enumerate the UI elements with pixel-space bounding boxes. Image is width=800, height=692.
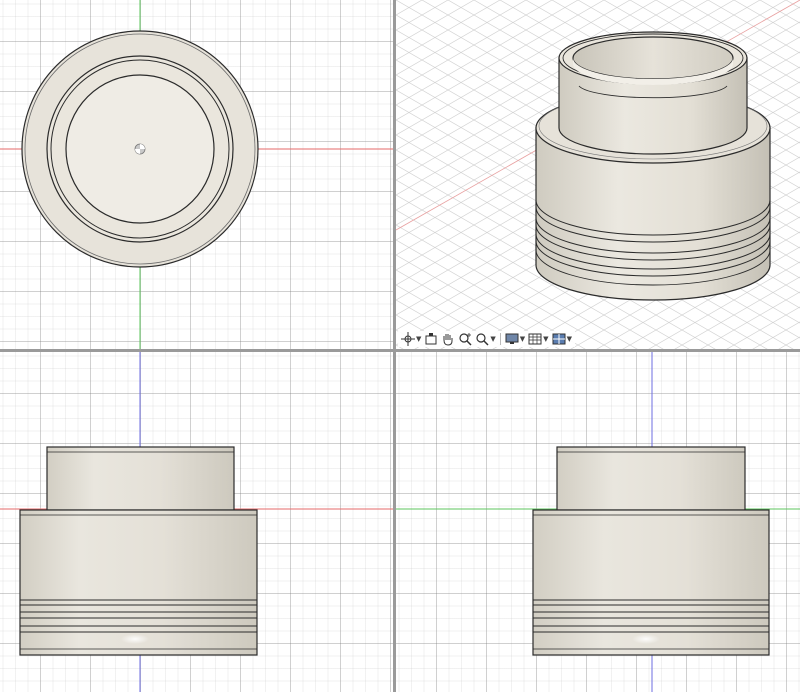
viewports-menu-caret[interactable]: ▼ [567, 335, 572, 343]
fit-zoom-menu-caret[interactable]: ▼ [490, 335, 495, 343]
orbit-menu-caret[interactable]: ▼ [416, 335, 421, 343]
viewport-isometric[interactable]: ▼ ▼ ▼ ▼ ▼ [396, 0, 800, 349]
viewport-divider-horizontal[interactable] [0, 349, 800, 352]
look-at-icon [425, 333, 437, 345]
front-view-canvas [0, 352, 393, 692]
viewport-top[interactable] [0, 0, 393, 349]
iso-neck[interactable] [558, 31, 748, 155]
top-view-canvas [0, 0, 393, 349]
display-settings-icon [505, 333, 519, 344]
fit-zoom-button[interactable]: ▼ [475, 331, 496, 347]
display-settings-button[interactable]: ▼ [505, 331, 525, 347]
viewport-divider-vertical[interactable] [393, 0, 396, 692]
viewports-icon [552, 333, 566, 345]
right-view-canvas [396, 352, 800, 692]
right-body[interactable] [532, 509, 770, 656]
pan-hand-icon [443, 334, 453, 346]
zoom-button[interactable] [458, 331, 472, 347]
right-neck[interactable] [556, 446, 746, 511]
front-neck[interactable] [46, 446, 235, 511]
iso-view-canvas [396, 0, 800, 349]
grid-snaps-button[interactable]: ▼ [528, 331, 549, 347]
grid-snaps-icon [528, 333, 542, 345]
origin-icon[interactable] [134, 143, 146, 155]
orbit-icon [401, 332, 415, 346]
zoom-icon [459, 333, 472, 346]
viewport-right[interactable] [396, 352, 800, 692]
display-settings-menu-caret[interactable]: ▼ [520, 335, 525, 343]
navigation-toolbar: ▼ ▼ ▼ ▼ ▼ [398, 331, 575, 347]
fit-zoom-icon [476, 333, 489, 346]
viewport-front[interactable] [0, 352, 393, 692]
toolbar-separator [499, 333, 501, 345]
viewports-button[interactable]: ▼ [552, 331, 572, 347]
grid-snaps-menu-caret[interactable]: ▼ [543, 335, 548, 343]
front-body[interactable] [19, 509, 258, 656]
orbit-button[interactable]: ▼ [401, 331, 421, 347]
pan-button[interactable] [441, 331, 455, 347]
look-at-button[interactable] [424, 331, 438, 347]
